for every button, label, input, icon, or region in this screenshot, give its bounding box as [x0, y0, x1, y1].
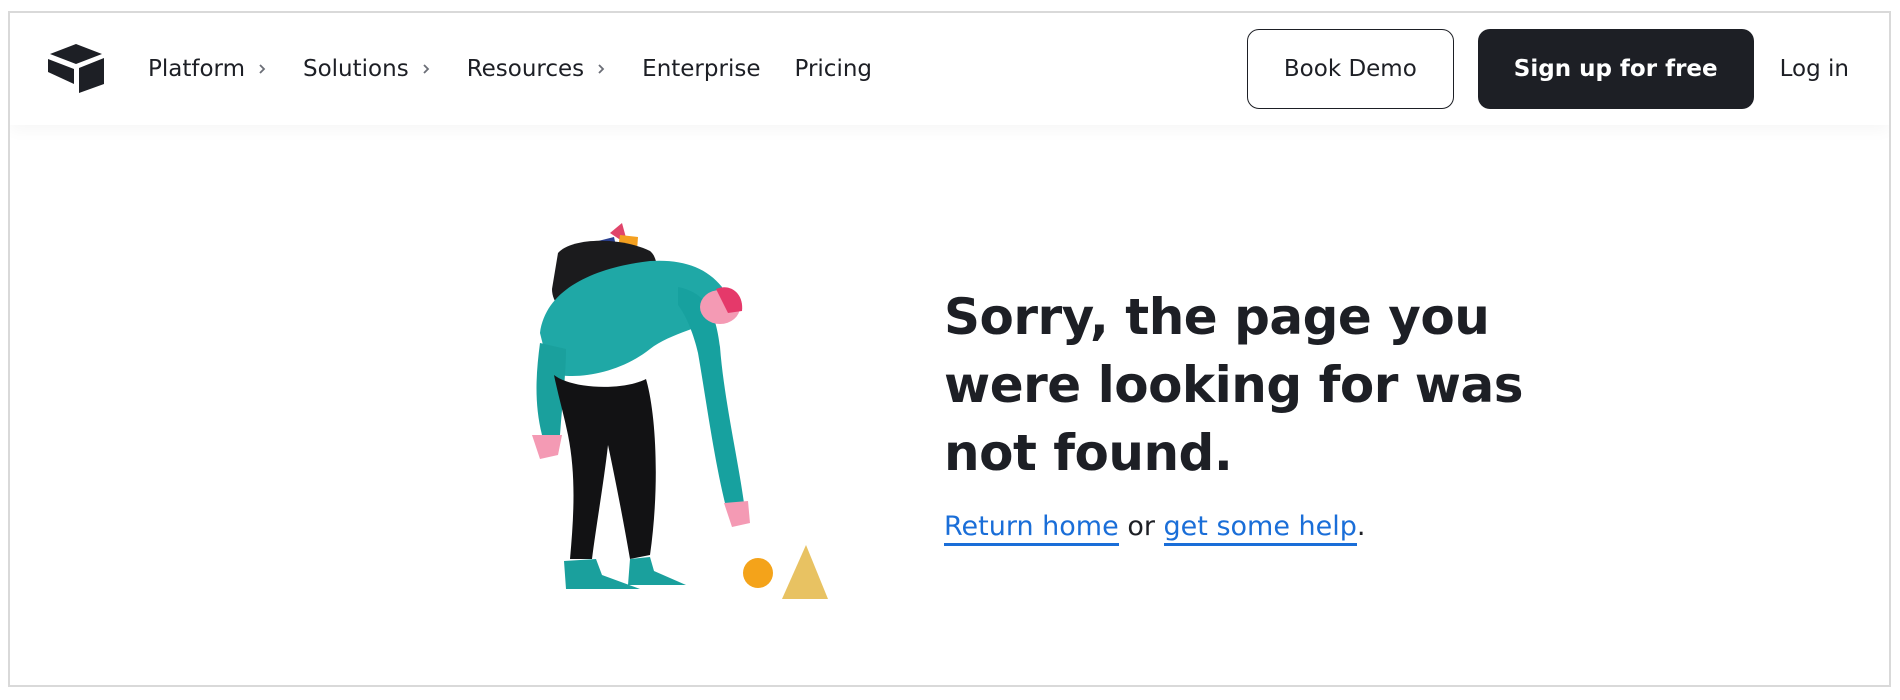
- nav-item-label: Resources: [466, 56, 585, 82]
- login-link[interactable]: Log in: [1780, 56, 1849, 82]
- nav-item-label: Pricing: [794, 56, 873, 82]
- book-demo-button[interactable]: Book Demo: [1246, 29, 1454, 109]
- headline-line: were looking for was: [944, 356, 1523, 414]
- nav-item-enterprise[interactable]: Enterprise: [642, 56, 760, 82]
- trailing-period: .: [1356, 511, 1366, 542]
- nav-actions: Book Demo Sign up for free Log in: [1246, 13, 1849, 125]
- nav-item-pricing[interactable]: Pricing: [794, 56, 872, 82]
- top-navbar: Platform Solutions Resources Enterprise …: [10, 13, 1889, 125]
- error-message: Sorry, the page you were looking for was…: [944, 283, 1544, 569]
- headline-line: not found.: [944, 424, 1233, 482]
- page-title: Sorry, the page you were looking for was…: [944, 283, 1544, 487]
- lost-person-illustration: [510, 223, 850, 613]
- return-home-link[interactable]: Return home: [944, 511, 1119, 546]
- main-nav: Platform Solutions Resources Enterprise …: [148, 13, 906, 125]
- browser-frame: Platform Solutions Resources Enterprise …: [8, 11, 1891, 687]
- headline-line: Sorry, the page you: [944, 288, 1490, 346]
- chevron-right-icon: [598, 64, 605, 74]
- chevron-right-icon: [259, 64, 266, 74]
- nav-item-resources[interactable]: Resources: [467, 56, 608, 82]
- airtable-logo-icon[interactable]: [46, 42, 106, 94]
- help-text: Return home or get some help.: [944, 511, 1544, 546]
- signup-button[interactable]: Sign up for free: [1477, 29, 1754, 109]
- connector-text: or: [1118, 511, 1164, 542]
- chevron-right-icon: [423, 64, 429, 74]
- nav-item-platform[interactable]: Platform: [148, 56, 269, 82]
- nav-item-label: Enterprise: [642, 56, 761, 82]
- nav-item-solutions[interactable]: Solutions: [303, 56, 433, 82]
- get-help-link[interactable]: get some help: [1163, 511, 1357, 546]
- nav-item-label: Solutions: [303, 56, 409, 82]
- nav-item-label: Platform: [148, 56, 245, 82]
